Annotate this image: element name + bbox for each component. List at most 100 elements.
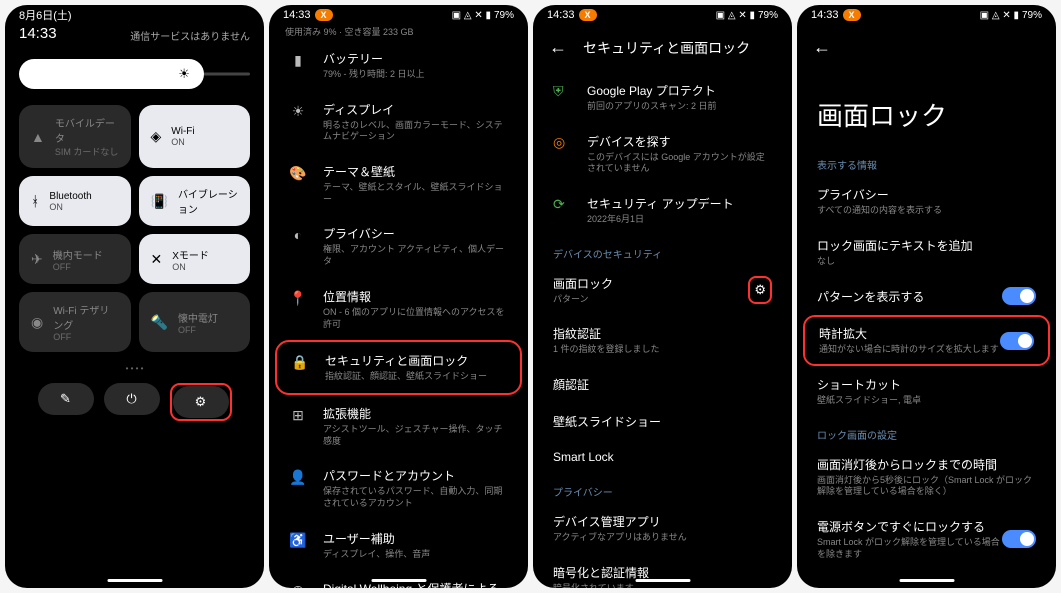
status-pill: X [579,9,597,21]
brightness-slider[interactable]: ☀ [19,59,250,89]
item-title: ユーザー補助 [323,530,510,547]
lockscreen-item[interactable]: ロック画面にテキストを追加なし [797,227,1056,278]
lockscreen-item[interactable]: ショートカット壁紙スライドショー, 電卓 [797,366,1056,417]
item-title: 顔認証 [553,376,772,393]
item-subtitle: このデバイスには Google アカウントが設定されていません [587,152,772,175]
wifi-icon: ◈ [151,128,162,145]
qs-tile-wifi[interactable]: ◈ Wi-FiON [139,105,251,168]
item-title: ディスプレイ [323,101,510,118]
item-title: デバイス管理アプリ [553,513,772,530]
item-title: ロック画面にテキストを追加 [817,237,1036,254]
settings-item-display[interactable]: ☀ディスプレイ明るさのレベル、画面カラーモード、システムナビゲーション [275,91,522,153]
item-title: バッテリー [323,50,510,67]
phone-security: 14:33X ▣ ◬ ✕ ▮79% ← セキュリティと画面ロック ⛨Google… [533,5,792,588]
a11y-icon: ♿ [287,532,309,549]
hotspot-icon: ◉ [31,314,43,331]
toggle-switch[interactable] [1000,332,1034,350]
item-subtitle: 暗号化されています [553,583,772,588]
tile-label: 機内モード [53,247,103,262]
security-status-find[interactable]: ◎ デバイスを探すこのデバイスには Google アカウントが設定されていません [533,123,792,185]
item-subtitle: 保存されているパスワード、自動入力、同期されているアカウント [323,486,510,509]
shield-icon: ⛨ [553,83,573,100]
item-title: セキュリティと画面ロック [325,352,508,369]
vibrate-icon: 📳 [151,193,168,210]
item-title: 画面ロック [553,275,748,292]
item-title: 指紋認証 [553,325,772,342]
settings-item-a11y[interactable]: ♿ユーザー補助ディスプレイ、操作、音声 [275,520,522,571]
tile-label: Wi-Fi テザリング [53,302,118,332]
item-title: テーマ＆壁紙 [323,163,510,180]
settings-item-location[interactable]: 📍位置情報ON - 6 個のアプリに位置情報へのアクセスを許可 [275,278,522,340]
back-button[interactable]: ← [813,37,831,58]
lockscreen-item[interactable]: 電源ボタンですぐにロックするSmart Lock がロック解除を管理している場合… [797,508,1056,570]
home-indicator[interactable] [107,579,162,582]
settings-item-account[interactable]: 👤パスワードとアカウント保存されているパスワード、自動入力、同期されているアカウ… [275,457,522,519]
toggle-switch[interactable] [1002,530,1036,548]
home-indicator[interactable] [635,579,690,582]
security-item[interactable]: Smart Lock [533,440,792,474]
section-header: 表示する情報 [797,147,1056,176]
settings-item-theme[interactable]: 🎨テーマ＆壁紙テーマ、壁紙とスタイル、壁紙スライドショー [275,153,522,215]
display-icon: ☀ [287,103,309,120]
item-title: プライバシー [323,225,510,242]
section-header: デバイスのセキュリティ [533,236,792,265]
security-status-update[interactable]: ⟳セキュリティ アップデート2022年6月1日 [533,185,792,236]
settings-button[interactable]: ⚙ [173,386,229,418]
settings-item-privacy[interactable]: ◐プライバシー権限、アカウント アクティビティ、個人データ [275,215,522,277]
item-subtitle: 1 件の指紋を登録しました [553,344,772,356]
lockscreen-item[interactable]: プライバシーすべての通知の内容を表示する [797,176,1056,227]
tile-state: ON [172,262,209,272]
find-icon: ◎ [553,134,573,151]
qs-tile-flashlight[interactable]: 🔦懐中電灯OFF [139,292,251,352]
lockscreen-item[interactable]: 時計拡大通知がない場合に時計のサイズを拡大します [803,315,1050,366]
tile-state: OFF [53,262,103,272]
security-item[interactable]: 画面ロックパターン⚙ [533,265,792,316]
security-item[interactable]: 顔認証 [533,366,792,403]
home-indicator[interactable] [371,579,426,582]
flashlight-icon: 🔦 [151,314,168,331]
qs-tile-bluetooth[interactable]: ᚼBluetoothON [19,176,131,226]
tile-state: ON [49,202,91,212]
status-pill: X [315,9,333,21]
tile-label: Bluetooth [49,191,91,202]
qs-tile-vibrate[interactable]: 📳バイブレーション [139,176,251,226]
security-item[interactable]: デバイス管理アプリアクティブなアプリはありません [533,503,792,554]
date-label: 8月6日(土) [19,7,250,23]
item-title: デバイスを探す [587,133,772,150]
toggle-switch[interactable] [1002,287,1036,305]
tile-state: SIM カードなし [55,145,119,158]
tile-state: OFF [178,325,218,335]
phone-lockscreen: 14:33X ▣ ◬ ✕ ▮79% ← 画面ロック 表示する情報 プライバシーす… [797,5,1056,588]
qs-tile-airplane[interactable]: ✈機内モードOFF [19,234,131,284]
gear-icon[interactable]: ⚙ [748,276,772,304]
item-title: 電源ボタンですぐにロックする [817,518,1002,535]
tile-label: Wi-Fi [171,126,194,137]
item-subtitle: 画面消灯後から5秒後にロック（Smart Lock がロック解除を管理している場… [817,475,1036,498]
security-item[interactable]: 指紋認証 1 件の指紋を登録しました [533,315,792,366]
back-button[interactable]: ← [549,37,567,58]
tile-state: ON [171,137,194,147]
qs-tile-xmode[interactable]: ✕XモードON [139,234,251,284]
item-subtitle: アクティブなアプリはありません [553,532,772,544]
item-title: セキュリティ アップデート [587,195,772,212]
settings-item-lock[interactable]: 🔒セキュリティと画面ロック指紋認証、顔認証、壁紙スライドショー [275,340,522,395]
security-status-shield[interactable]: ⛨Google Play プロテクト前回のアプリのスキャン: 2 日前 [533,72,792,123]
lockscreen-item[interactable]: パターンを表示する [797,277,1056,315]
edit-button[interactable]: ✎ [38,383,94,415]
qs-tile-signal[interactable]: ▲モバイルデータSIM カードなし [19,105,131,168]
item-subtitle: アシストツール、ジェスチャー操作、タッチ感度 [323,424,510,447]
status-time: 14:33 [283,9,311,21]
battery-icon: ▮ [287,52,309,69]
settings-item-battery[interactable]: ▮バッテリー79% - 残り時間: 2 日以上 [275,40,522,91]
home-indicator[interactable] [899,579,954,582]
security-item[interactable]: 壁紙スライドショー [533,403,792,440]
location-icon: 📍 [287,290,309,307]
settings-item-ext[interactable]: ⊞拡張機能アシストツール、ジェスチャー操作、タッチ感度 [275,395,522,457]
lockscreen-item[interactable]: 画面消灯後からロックまでの時間画面消灯後から5秒後にロック（Smart Lock… [797,446,1056,508]
item-title: 位置情報 [323,288,510,305]
security-item[interactable]: 暗号化と認証情報暗号化されています [533,554,792,588]
qs-tile-hotspot[interactable]: ◉Wi-Fi テザリングOFF [19,292,131,352]
power-button[interactable]: ⏻ [104,383,160,415]
item-subtitle: 壁紙スライドショー, 電卓 [817,395,1036,407]
theme-icon: 🎨 [287,165,309,182]
